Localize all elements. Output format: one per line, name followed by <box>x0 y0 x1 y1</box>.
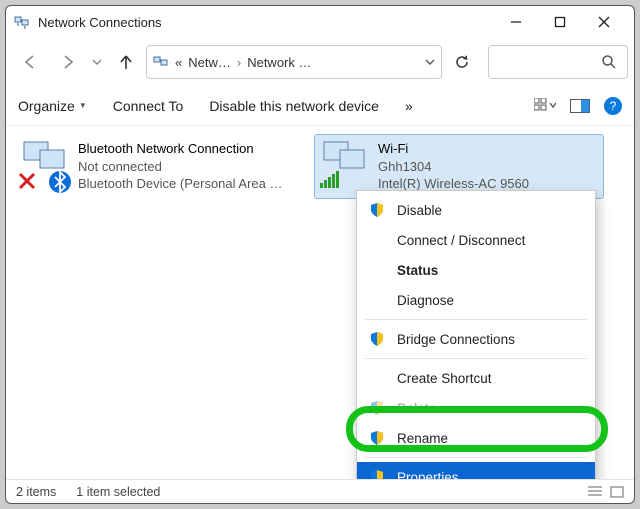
context-menu: Disable Connect / Disconnect Status Diag… <box>356 190 596 479</box>
close-button[interactable] <box>582 6 626 38</box>
status-item-count: 2 items <box>16 485 56 499</box>
ctx-properties[interactable]: Properties <box>357 462 595 479</box>
wifi-connection-icon <box>320 140 368 188</box>
disable-device-button[interactable]: Disable this network device <box>209 98 379 114</box>
breadcrumb-1[interactable]: Netw… <box>188 55 231 70</box>
shield-icon <box>369 430 385 446</box>
ctx-rename[interactable]: Rename <box>357 423 595 453</box>
ctx-disable[interactable]: Disable <box>357 195 595 225</box>
connection-name: Wi-Fi <box>378 140 529 158</box>
status-bar: 2 items 1 item selected <box>6 479 634 503</box>
organize-menu[interactable]: Organize▼ <box>18 98 87 114</box>
toolbar-overflow[interactable]: » <box>405 98 413 114</box>
address-bar[interactable]: « Netw… › Network … <box>146 45 442 79</box>
content-area: Bluetooth Network Connection Not connect… <box>6 126 634 479</box>
breadcrumb-2[interactable]: Network … <box>247 55 311 70</box>
app-icon <box>14 14 30 30</box>
large-icons-view-button[interactable] <box>610 486 624 498</box>
ctx-separator <box>365 457 587 458</box>
toolbar: Organize▼ Connect To Disable this networ… <box>6 86 634 126</box>
ctx-connect-disconnect[interactable]: Connect / Disconnect <box>357 225 595 255</box>
chevron-down-icon[interactable] <box>425 55 435 70</box>
window: Network Connections « <box>5 5 635 504</box>
shield-icon <box>369 331 385 347</box>
window-title: Network Connections <box>38 15 162 30</box>
ctx-separator <box>365 319 587 320</box>
up-button[interactable] <box>108 44 144 80</box>
connection-device: Bluetooth Device (Personal Area … <box>78 175 283 193</box>
bluetooth-connection-icon <box>20 140 68 188</box>
minimize-button[interactable] <box>494 6 538 38</box>
ctx-separator <box>365 358 587 359</box>
breadcrumb-prefix: « <box>175 55 182 70</box>
shield-icon <box>369 202 385 218</box>
ctx-create-shortcut[interactable]: Create Shortcut <box>357 363 595 393</box>
details-view-button[interactable] <box>588 486 602 498</box>
status-selection-count: 1 item selected <box>76 485 160 499</box>
titlebar: Network Connections <box>6 6 634 38</box>
shield-icon <box>369 400 385 416</box>
connection-status: Ghh1304 <box>378 158 529 176</box>
connection-status: Not connected <box>78 158 283 176</box>
view-options-button[interactable] <box>534 98 556 114</box>
help-button[interactable]: ? <box>604 97 622 115</box>
ctx-status[interactable]: Status <box>357 255 595 285</box>
shield-icon <box>369 469 385 479</box>
connect-to-button[interactable]: Connect To <box>113 98 184 114</box>
bluetooth-icon <box>48 170 72 194</box>
error-x-icon <box>18 172 36 190</box>
forward-button[interactable] <box>50 44 86 80</box>
signal-bars-icon <box>320 171 339 188</box>
chevron-right-icon: › <box>237 55 241 70</box>
ctx-diagnose[interactable]: Diagnose <box>357 285 595 315</box>
back-button[interactable] <box>12 44 48 80</box>
refresh-button[interactable] <box>444 44 480 80</box>
connection-item-bluetooth[interactable]: Bluetooth Network Connection Not connect… <box>14 134 304 199</box>
navbar: « Netw… › Network … <box>6 38 634 86</box>
maximize-button[interactable] <box>538 6 582 38</box>
connection-name: Bluetooth Network Connection <box>78 140 283 158</box>
ctx-bridge-connections[interactable]: Bridge Connections <box>357 324 595 354</box>
search-icon <box>601 54 617 70</box>
preview-pane-button[interactable] <box>570 99 590 113</box>
ctx-delete: Delete <box>357 393 595 423</box>
location-icon <box>153 54 169 70</box>
recent-dropdown[interactable] <box>88 44 106 80</box>
connection-item-wifi[interactable]: Wi-Fi Ghh1304 Intel(R) Wireless-AC 9560 <box>314 134 604 199</box>
search-box[interactable] <box>488 45 628 79</box>
